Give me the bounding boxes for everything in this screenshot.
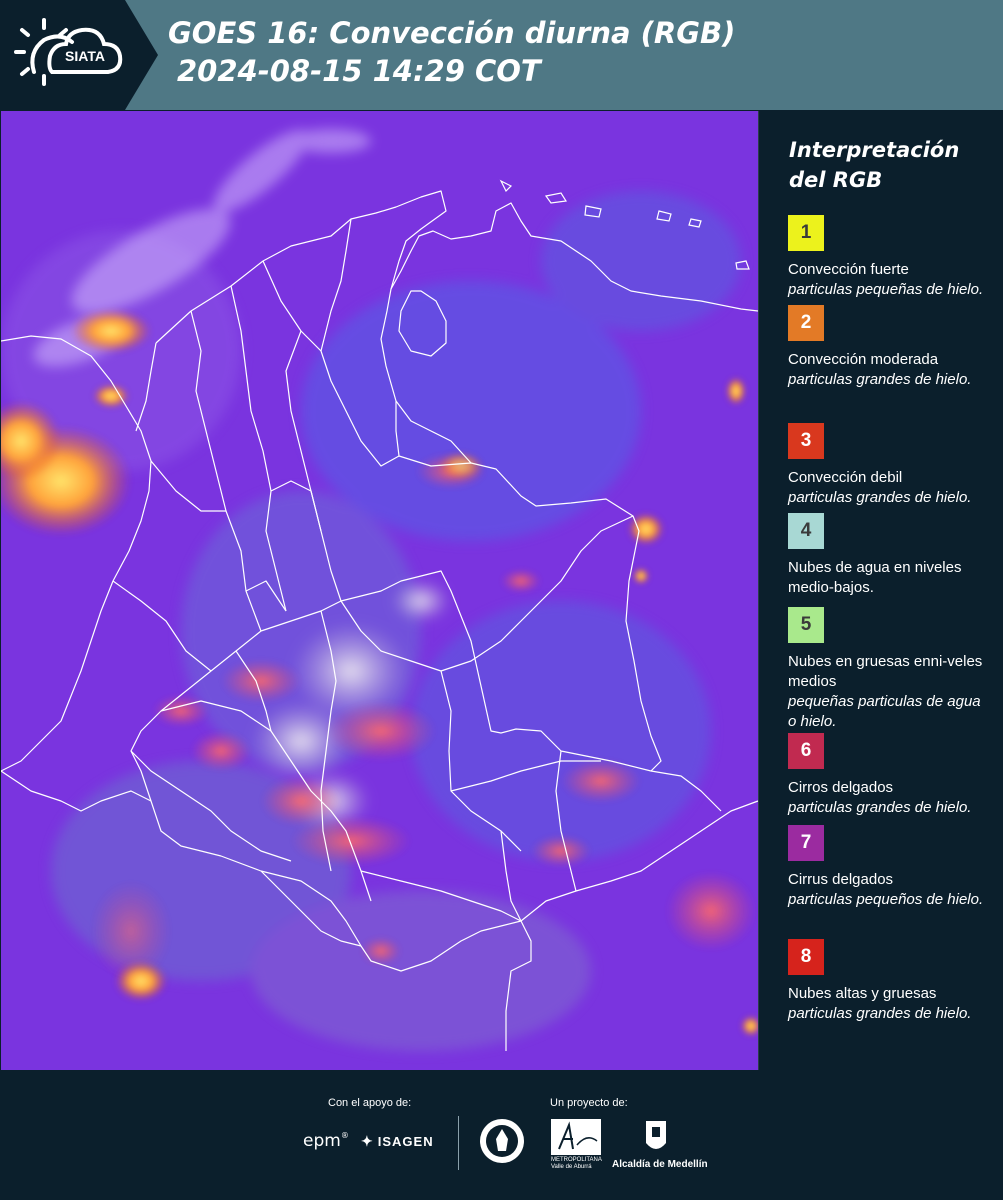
sun-cloud-icon: SIATA	[14, 18, 123, 86]
isagen-text: ISAGEN	[377, 1134, 434, 1149]
legend-item: 3 Convección debil particulas grandes de h…	[788, 423, 988, 508]
legend-item-desc: particulas grandes de hielo.	[788, 371, 972, 388]
footer-divider	[458, 1116, 459, 1170]
alcaldia-shield-icon	[646, 1121, 666, 1149]
legend-item: 4 Nubes de agua en niveles medio-bajos.	[788, 513, 988, 598]
legend-item-text: Convección fuerte particulas pequeñas de …	[788, 260, 988, 300]
legend-item-text: Cirros delgados particulas grandes de hie…	[788, 778, 988, 818]
header-bar: SIATA GOES 16: Convección diurna (RGB) 2…	[0, 0, 1003, 110]
legend-item: 8 Nubes altas y gruesas particulas grandes…	[788, 939, 988, 1024]
legend-item-desc: particulas grandes de hielo.	[788, 799, 972, 816]
legend-swatch: 8	[788, 939, 824, 975]
legend-item-label: Nubes altas y gruesas	[788, 985, 937, 1002]
legend-swatch: 5	[788, 607, 824, 643]
legend-item-text: Nubes altas y gruesas particulas grandes …	[788, 984, 988, 1024]
legend-item-label: Convección fuerte	[788, 261, 909, 278]
legend-item: 2 Convección moderada particulas grandes d…	[788, 305, 988, 390]
rgb-composite-image	[1, 111, 758, 1070]
legend-item: 6 Cirros delgados particulas grandes de hi…	[788, 733, 988, 818]
legend-swatch: 3	[788, 423, 824, 459]
alcaldia-label: Alcaldía de Medellín	[612, 1159, 708, 1170]
isagen-logo: ✦ ISAGEN	[361, 1133, 434, 1150]
medellin-seal-icon	[480, 1119, 524, 1163]
satellite-map[interactable]	[1, 111, 759, 1070]
isagen-star-icon: ✦	[361, 1133, 374, 1149]
legend-item-text: Convección debil particulas grandes de hi…	[788, 468, 988, 508]
legend-item-desc: particulas grandes de hielo.	[788, 489, 972, 506]
legend-title: Interpretación del RGB	[789, 138, 960, 192]
legend-swatch: 6	[788, 733, 824, 769]
legend-item-label: Cirrus delgados	[788, 871, 894, 888]
title-line-1: GOES 16: Convección diurna (RGB)	[168, 16, 736, 50]
legend-item-label: Convección debil	[788, 469, 903, 486]
area-metropolitana-logo-icon	[551, 1119, 601, 1155]
legend-swatch: 7	[788, 825, 824, 861]
legend-item-text: Cirrus delgados particulas pequeños de hi…	[788, 870, 988, 910]
legend-item-label: Nubes de agua en niveles medio-bajos.	[788, 559, 962, 596]
project-label: Un proyecto de:	[550, 1097, 628, 1109]
amva-label: METROPOLITANA Valle de Aburrá	[551, 1157, 602, 1170]
legend-swatch: 1	[788, 215, 824, 251]
legend-item-label: Cirros delgados	[788, 779, 894, 796]
legend-item: 1 Convección fuerte particulas pequeñas de…	[788, 215, 988, 300]
legend-item-label: Nubes en gruesas enni-veles medios	[788, 653, 983, 690]
legend-item-desc: particulas pequeñas de hielo.	[788, 281, 984, 298]
legend-swatch: 4	[788, 513, 824, 549]
legend-item: 7 Cirrus delgados particulas pequeños de h…	[788, 825, 988, 910]
epm-logo: epm®	[303, 1131, 349, 1151]
legend-item-text: Nubes de agua en niveles medio-bajos.	[788, 558, 988, 598]
legend-panel: Interpretación del RGB 1 Convección fuert…	[760, 111, 1003, 1070]
epm-text: epm	[303, 1131, 341, 1151]
logo-text: SIATA	[65, 48, 105, 64]
legend-item-text: Convección moderada particulas grandes de…	[788, 350, 988, 390]
page-title: GOES 16: Convección diurna (RGB) 2024-08…	[168, 14, 735, 90]
legend-item-desc: pequeñas particulas de agua o hielo.	[788, 693, 981, 730]
legend-item: 5 Nubes en gruesas enni-veles medios peque…	[788, 607, 988, 732]
siata-logo: SIATA	[0, 0, 158, 110]
footer-bar: Con el apoyo de: epm® ✦ ISAGEN Un proyect…	[0, 1071, 1003, 1200]
support-label: Con el apoyo de:	[328, 1097, 412, 1109]
legend-item-text: Nubes en gruesas enni-veles medios pequeñ…	[788, 652, 988, 732]
legend-item-desc: particulas grandes de hielo.	[788, 1005, 972, 1022]
title-line-2: 2024-08-15 14:29 COT	[177, 54, 541, 88]
legend-item-desc: particulas pequeños de hielo.	[788, 891, 984, 908]
legend-swatch: 2	[788, 305, 824, 341]
legend-item-label: Convección moderada	[788, 351, 939, 368]
